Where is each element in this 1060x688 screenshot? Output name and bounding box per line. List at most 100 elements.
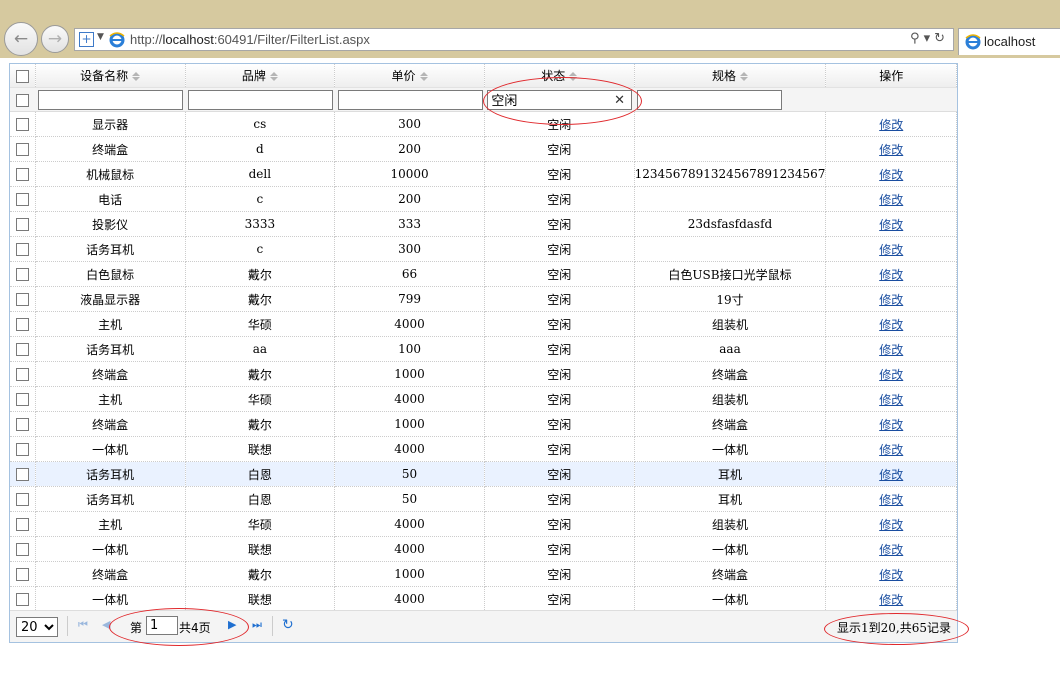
row-checkbox[interactable] (15, 243, 29, 256)
row-checkbox[interactable] (15, 568, 29, 581)
edit-link[interactable]: 修改 (879, 143, 903, 157)
column-header-name[interactable]: 设备名称 (35, 64, 186, 88)
table-row[interactable]: 终端盒 d 200 空闲 修改 (10, 136, 957, 162)
row-checkbox[interactable] (15, 518, 29, 531)
edit-link[interactable]: 修改 (879, 168, 903, 182)
row-checkbox[interactable] (15, 543, 29, 556)
filter-input-brand[interactable] (188, 89, 333, 110)
edit-link[interactable]: 修改 (879, 193, 903, 207)
edit-link[interactable]: 修改 (879, 543, 903, 557)
refresh-icon[interactable]: ↻ (282, 617, 294, 633)
table-row[interactable]: 话务耳机 白恩 50 空闲 耳机 修改 (10, 486, 957, 512)
arrow-left-icon: ← (13, 28, 29, 49)
cell-action: 修改 (825, 236, 957, 262)
row-checkbox[interactable] (15, 368, 29, 381)
table-row[interactable]: 话务耳机 白恩 50 空闲 耳机 修改 (10, 461, 957, 487)
address-url[interactable]: http://localhost:60491/Filter/FilterList… (130, 32, 370, 47)
row-checkbox[interactable] (15, 118, 29, 131)
column-header-spec[interactable]: 规格 (634, 64, 827, 88)
chevron-down-icon[interactable]: ▼ (97, 32, 104, 42)
select-all-checkbox[interactable] (15, 69, 29, 83)
sort-icon[interactable] (419, 72, 428, 81)
table-row[interactable]: 话务耳机 aa 100 空闲 aaa 修改 (10, 336, 957, 362)
last-page-icon[interactable]: ⏭ (252, 618, 262, 632)
edit-link[interactable]: 修改 (879, 418, 903, 432)
cell-spec (634, 136, 827, 162)
edit-link[interactable]: 修改 (879, 293, 903, 307)
row-checkbox[interactable] (15, 318, 29, 331)
sort-icon[interactable] (269, 72, 278, 81)
column-header-brand[interactable]: 品牌 (185, 64, 336, 88)
refresh-page-icon[interactable]: ↻ (934, 31, 949, 46)
table-row[interactable]: 一体机 联想 4000 空闲 一体机 修改 (10, 586, 957, 612)
row-checkbox[interactable] (15, 168, 29, 181)
row-checkbox[interactable] (15, 343, 29, 356)
table-row[interactable]: 终端盒 戴尔 1000 空闲 终端盒 修改 (10, 411, 957, 437)
table-row[interactable]: 投影仪 3333 333 空闲 23dsfasfdasfd 修改 (10, 211, 957, 237)
page-size-select[interactable]: 20 (16, 617, 58, 637)
cell-status: 空闲 (484, 361, 635, 387)
edit-link[interactable]: 修改 (879, 593, 903, 607)
filter-input-price[interactable] (337, 89, 483, 110)
table-row[interactable]: 液晶显示器 戴尔 799 空闲 19寸 修改 (10, 286, 957, 312)
sort-icon[interactable] (132, 72, 141, 81)
row-checkbox[interactable] (15, 418, 29, 431)
row-checkbox[interactable] (15, 593, 29, 606)
table-row[interactable]: 终端盒 戴尔 1000 空闲 终端盒 修改 (10, 361, 957, 387)
table-row[interactable]: 一体机 联想 4000 空闲 一体机 修改 (10, 436, 957, 462)
table-row[interactable]: 电话 c 200 空闲 修改 (10, 186, 957, 212)
row-checkbox[interactable] (15, 293, 29, 306)
row-checkbox[interactable] (15, 443, 29, 456)
edit-link[interactable]: 修改 (879, 568, 903, 582)
edit-link[interactable]: 修改 (879, 518, 903, 532)
table-row[interactable]: 话务耳机 c 300 空闲 修改 (10, 236, 957, 262)
cell-status: 空闲 (484, 161, 635, 187)
search-icon[interactable]: ⚲ (910, 31, 924, 46)
edit-link[interactable]: 修改 (879, 218, 903, 232)
filter-row-checkbox[interactable] (16, 94, 30, 107)
row-checkbox-cell (10, 211, 36, 237)
table-row[interactable]: 主机 华硕 4000 空闲 组装机 修改 (10, 386, 957, 412)
edit-link[interactable]: 修改 (879, 318, 903, 332)
row-checkbox[interactable] (15, 143, 29, 156)
edit-link[interactable]: 修改 (879, 468, 903, 482)
table-row[interactable]: 主机 华硕 4000 空闲 组装机 修改 (10, 311, 957, 337)
filter-input-spec[interactable] (637, 89, 783, 110)
add-favorite-icon[interactable]: + (79, 32, 94, 47)
cell-name: 终端盒 (35, 561, 186, 587)
first-page-icon[interactable]: ⏮ (78, 618, 88, 632)
column-header-price[interactable]: 单价 (334, 64, 485, 88)
annotation-ellipse (483, 77, 642, 125)
dropdown-icon[interactable]: ▾ (924, 31, 935, 46)
table-row[interactable]: 显示器 cs 300 空闲 修改 (10, 111, 957, 137)
cell-name: 液晶显示器 (35, 286, 186, 312)
table-row[interactable]: 机械鼠标 dell 10000 空闲 1234567891324567891234567… (10, 161, 957, 187)
address-bar[interactable]: + ▼ http://localhost:60491/Filter/Filter… (74, 28, 954, 51)
row-checkbox[interactable] (15, 393, 29, 406)
table-row[interactable]: 一体机 联想 4000 空闲 一体机 修改 (10, 536, 957, 562)
forward-button[interactable]: → (41, 25, 69, 53)
row-checkbox[interactable] (15, 493, 29, 506)
cell-name: 电话 (35, 186, 186, 212)
row-checkbox[interactable] (15, 468, 29, 481)
edit-link[interactable]: 修改 (879, 443, 903, 457)
edit-link[interactable]: 修改 (879, 343, 903, 357)
edit-link[interactable]: 修改 (879, 493, 903, 507)
edit-link[interactable]: 修改 (879, 393, 903, 407)
filter-input-name[interactable] (38, 89, 184, 110)
table-row[interactable]: 主机 华硕 4000 空闲 组装机 修改 (10, 511, 957, 537)
table-row[interactable]: 终端盒 戴尔 1000 空闲 终端盒 修改 (10, 561, 957, 587)
row-checkbox[interactable] (15, 218, 29, 231)
back-button[interactable]: ← (4, 22, 38, 56)
edit-link[interactable]: 修改 (879, 243, 903, 257)
browser-tab[interactable]: localhost (958, 28, 1060, 55)
sort-icon[interactable] (740, 72, 748, 81)
row-checkbox[interactable] (15, 193, 29, 206)
table-row[interactable]: 白色鼠标 戴尔 66 空闲 白色USB接口光学鼠标 修改 (10, 261, 957, 287)
edit-link[interactable]: 修改 (879, 268, 903, 282)
edit-link[interactable]: 修改 (879, 368, 903, 382)
cell-price: 4000 (334, 386, 485, 412)
row-checkbox[interactable] (15, 268, 29, 281)
edit-link[interactable]: 修改 (879, 118, 903, 132)
cell-action: 修改 (825, 286, 957, 312)
